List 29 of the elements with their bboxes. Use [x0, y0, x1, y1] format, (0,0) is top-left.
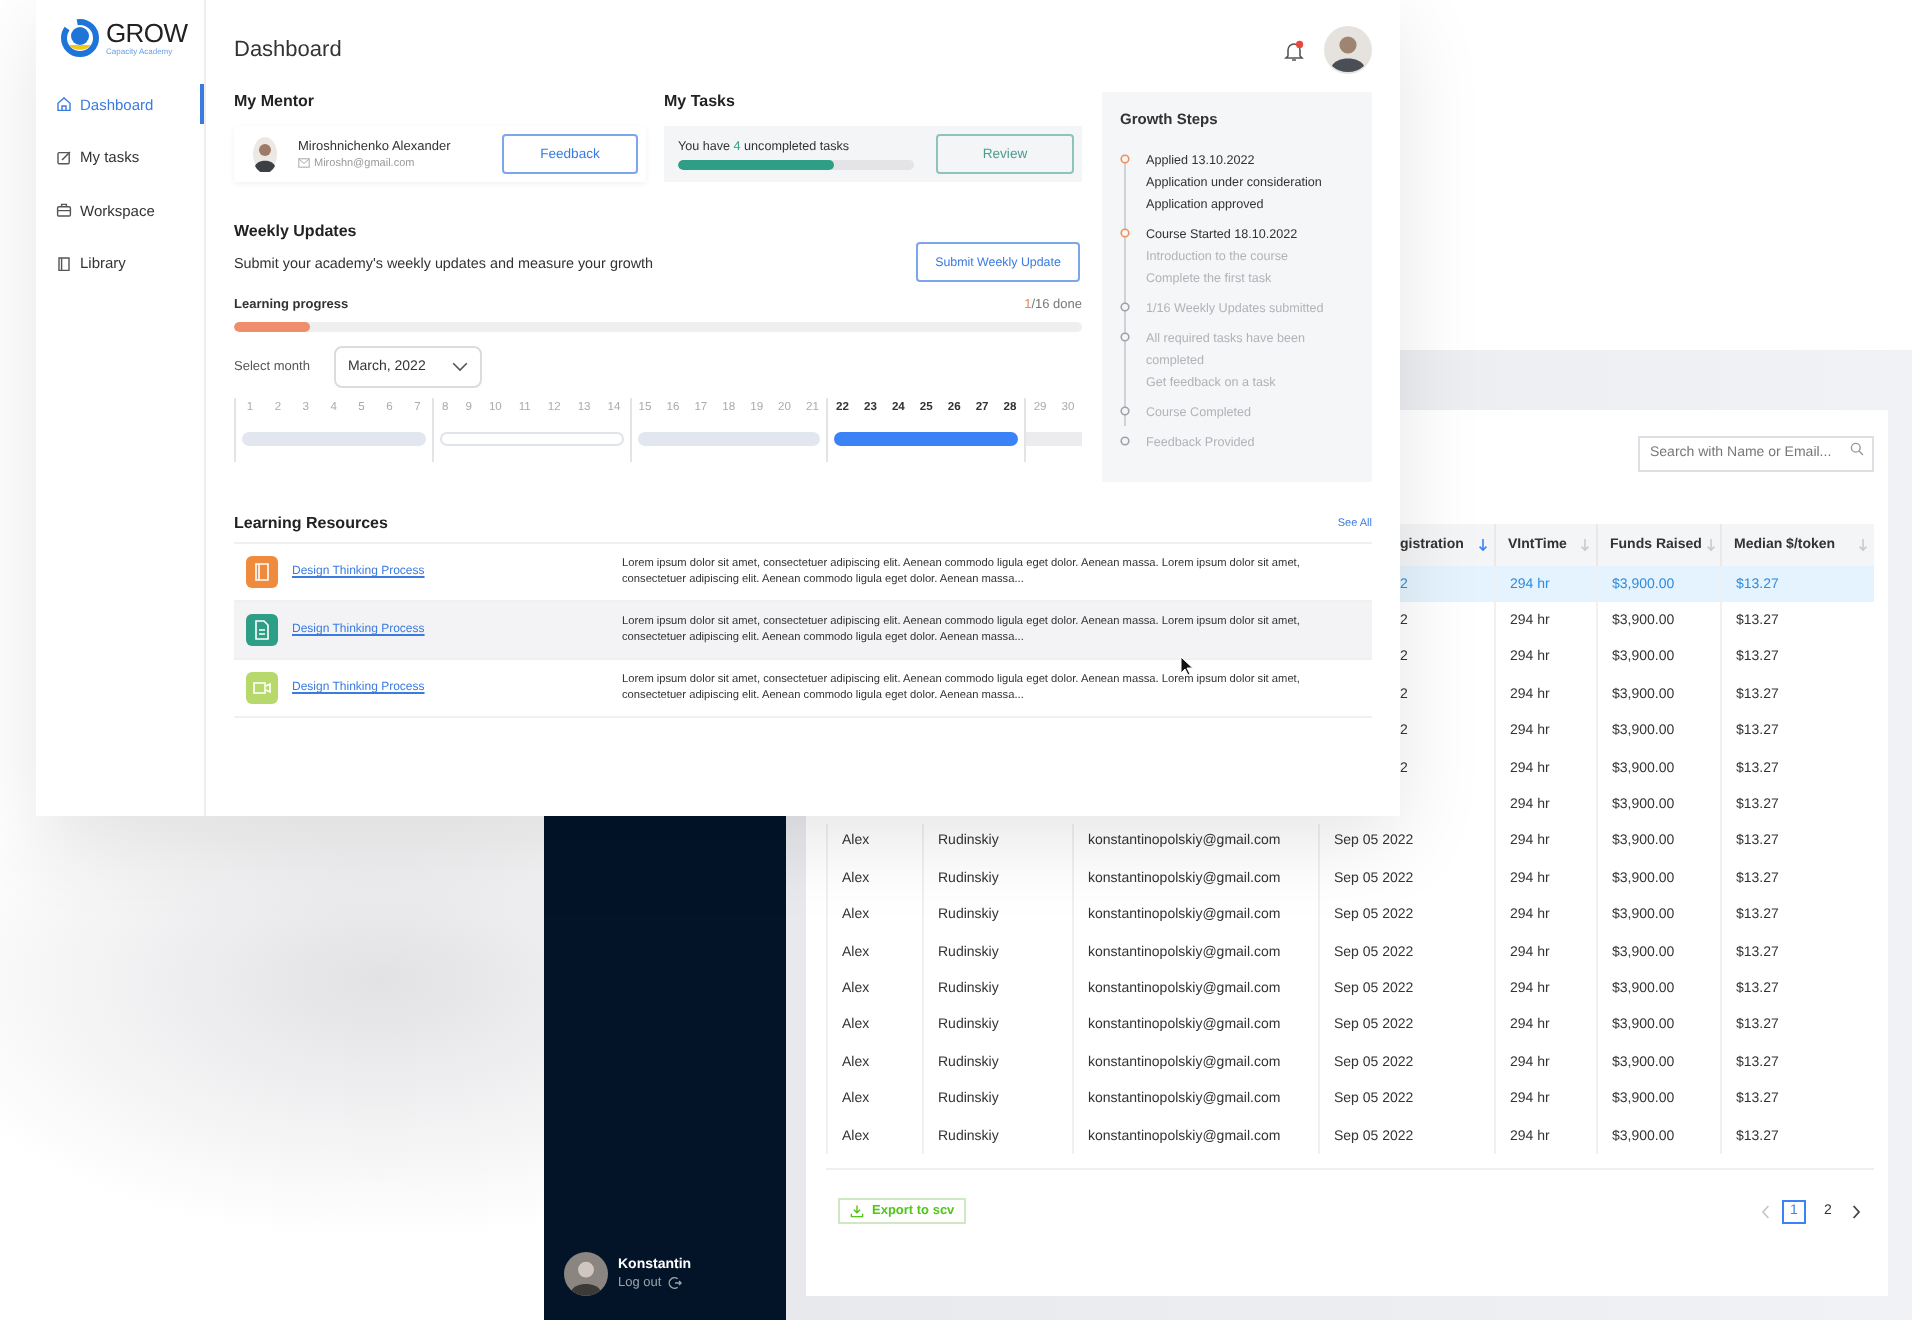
book-icon — [56, 255, 72, 271]
page-title: Dashboard — [234, 38, 342, 62]
week-bar[interactable] — [834, 432, 1019, 446]
briefcase-icon — [56, 202, 72, 218]
next-page-icon[interactable] — [1850, 1203, 1862, 1220]
home-icon — [56, 96, 72, 112]
section-heading: My Mentor — [234, 92, 316, 110]
mail-icon — [298, 158, 310, 168]
section-heading: My Tasks — [664, 92, 737, 110]
sort-icon[interactable] — [1705, 538, 1716, 552]
bell-icon[interactable] — [1284, 39, 1304, 61]
cursor-icon — [1180, 656, 1194, 676]
logout-icon — [667, 1276, 682, 1290]
edit-icon — [56, 149, 72, 165]
sort-icon[interactable] — [1580, 538, 1590, 552]
chevron-down-icon — [451, 362, 468, 372]
search-icon — [1850, 441, 1864, 455]
avatar — [564, 1252, 608, 1296]
resource-row[interactable] — [234, 602, 1372, 660]
avatar[interactable] — [1324, 26, 1372, 74]
logo-icon — [60, 18, 100, 58]
sort-icon[interactable] — [1478, 538, 1488, 552]
section-heading: Learning Resources — [234, 514, 388, 532]
logo-name: GROW — [106, 20, 188, 46]
sort-icon[interactable] — [1858, 538, 1868, 552]
section-heading: Weekly Updates — [234, 222, 359, 240]
download-icon — [850, 1204, 864, 1219]
avatar — [252, 136, 278, 172]
previous-page-icon[interactable] — [1760, 1203, 1772, 1220]
